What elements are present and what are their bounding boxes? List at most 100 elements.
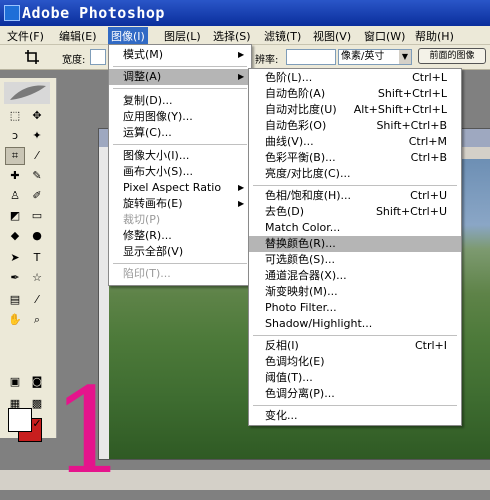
menu-image[interactable]: 图像(I) [108, 27, 148, 45]
menu-item-shortcut: Shift+Ctrl+U [375, 205, 447, 218]
menu-view[interactable]: 视图(V) [311, 28, 353, 44]
notes-tool-icon[interactable]: ▤ [6, 292, 24, 308]
image-menu-apply-image[interactable]: 应用图像(Y)... [109, 109, 251, 125]
foreground-color-swatch[interactable] [8, 408, 32, 432]
menu-item-label: 自动对比度(U) [265, 103, 337, 116]
adjust-posterize[interactable]: 色调分离(P)... [249, 386, 461, 402]
adjust-channel-mixer[interactable]: 通道混合器(X)... [249, 268, 461, 284]
photoshop-feather-logo [4, 82, 50, 104]
zoom-tool-icon[interactable]: ⌕ [28, 312, 46, 328]
menu-file[interactable]: 文件(F) [5, 28, 46, 44]
menu-separator [253, 405, 457, 406]
adjust-selective-color[interactable]: 可选颜色(S)... [249, 252, 461, 268]
menu-edit[interactable]: 编辑(E) [57, 28, 99, 44]
adjust-replace-color[interactable]: 替换颜色(R)... [249, 236, 461, 252]
path-select-icon[interactable]: ➤ [6, 250, 24, 266]
image-menu-canvas-size[interactable]: 画布大小(S)... [109, 164, 251, 180]
adjust-threshold[interactable]: 阈值(T)... [249, 370, 461, 386]
menu-item-label: Photo Filter... [265, 301, 337, 314]
menu-layer[interactable]: 图层(L) [162, 28, 203, 44]
toolbox: ⬚ ✥ ↄ ✦ ⌗ ⁄ ✚ ✎ ♙ ✐ ◩ ▭ ◆ ● ➤ T ✒ ☆ ▤ ⁄ … [0, 78, 57, 442]
menu-item-shortcut: Ctrl+U [410, 189, 447, 202]
history-brush-icon[interactable]: ✐ [28, 188, 46, 204]
menu-separator [253, 335, 457, 336]
crop-tool-button[interactable]: ⌗ [5, 147, 25, 165]
hand-tool-icon[interactable]: ✋ [6, 312, 24, 328]
adjust-invert[interactable]: 反相(I) Ctrl+I [249, 338, 461, 354]
brush-tool-icon[interactable]: ✎ [28, 168, 46, 184]
image-menu-image-size[interactable]: 图像大小(I)... [109, 148, 251, 164]
menu-item-label: 亮度/对比度(C)... [265, 167, 351, 180]
menu-item-label: Match Color... [265, 221, 341, 234]
image-menu-adjust[interactable]: 调整(A) ▶ [109, 69, 251, 85]
adjust-hue-saturation[interactable]: 色相/饱和度(H)... Ctrl+U [249, 188, 461, 204]
image-menu-rotate-canvas[interactable]: 旋转画布(E) ▶ [109, 196, 251, 212]
menu-item-shortcut: Shift+Ctrl+L [377, 87, 447, 100]
image-menu-pixel-aspect-ratio[interactable]: Pixel Aspect Ratio ▶ [109, 180, 251, 196]
adjust-match-color[interactable]: Match Color... [249, 220, 461, 236]
adjust-equalize[interactable]: 色调均化(E) [249, 354, 461, 370]
adjust-shadow-highlight[interactable]: Shadow/Highlight... [249, 316, 461, 332]
adjust-gradient-map[interactable]: 渐变映射(M)... [249, 284, 461, 300]
menu-item-label: 裁切(P) [123, 213, 161, 226]
adjust-variations[interactable]: 变化... [249, 408, 461, 424]
front-image-button[interactable]: 前面的图像 [418, 48, 486, 64]
image-menu-duplicate[interactable]: 复制(D)... [109, 93, 251, 109]
menu-item-label: 渐变映射(M)... [265, 285, 338, 298]
menu-help[interactable]: 帮助(H) [413, 28, 456, 44]
menu-filter[interactable]: 滤镜(T) [262, 28, 303, 44]
menu-item-label: 画布大小(S)... [123, 165, 194, 178]
resolution-input[interactable] [286, 49, 336, 65]
adjust-auto-color[interactable]: 自动色彩(O) Shift+Ctrl+B [249, 118, 461, 134]
menu-separator [113, 263, 247, 264]
menu-window[interactable]: 窗口(W) [362, 28, 407, 44]
image-menu-calculations[interactable]: 运算(C)... [109, 125, 251, 141]
blur-tool-icon[interactable]: ◆ [6, 228, 24, 244]
marquee-tool-icon[interactable]: ⬚ [6, 108, 24, 124]
magic-wand-icon[interactable]: ✦ [28, 128, 46, 144]
dodge-tool-icon[interactable]: ● [28, 228, 46, 244]
submenu-arrow-icon: ▶ [238, 50, 245, 59]
menu-item-label: 图像大小(I)... [123, 149, 190, 162]
adjust-levels[interactable]: 色阶(L)... Ctrl+L [249, 70, 461, 86]
menu-select[interactable]: 选择(S) [211, 28, 253, 44]
pen-tool-icon[interactable]: ✒ [6, 270, 24, 286]
lasso-tool-icon[interactable]: ↄ [6, 128, 24, 144]
healing-brush-icon[interactable]: ✚ [6, 168, 24, 184]
move-tool-icon[interactable]: ✥ [28, 108, 46, 124]
crop-tool-icon[interactable] [24, 49, 40, 65]
standard-mode-icon[interactable]: ▣ [6, 374, 24, 390]
menu-item-label: 色相/饱和度(H)... [265, 189, 352, 202]
menu-item-label: 可选颜色(S)... [265, 253, 336, 266]
menu-item-label: 色彩平衡(B)... [265, 151, 336, 164]
menu-separator [253, 185, 457, 186]
width-input[interactable] [90, 49, 106, 65]
eraser-tool-icon[interactable]: ◩ [6, 208, 24, 224]
image-menu-mode[interactable]: 模式(M) ▶ [109, 47, 251, 63]
step-number-overlay: 1 [52, 362, 128, 500]
adjust-curves[interactable]: 曲线(V)... Ctrl+M [249, 134, 461, 150]
gradient-tool-icon[interactable]: ▭ [28, 208, 46, 224]
adjust-auto-levels[interactable]: 自动色阶(A) Shift+Ctrl+L [249, 86, 461, 102]
eyedropper-icon[interactable]: ⁄ [28, 292, 46, 308]
adjust-auto-contrast[interactable]: 自动对比度(U) Alt+Shift+Ctrl+L [249, 102, 461, 118]
image-menu-trim[interactable]: 修整(R)... [109, 228, 251, 244]
adjust-brightness-contrast[interactable]: 亮度/对比度(C)... [249, 166, 461, 182]
menu-item-label: 去色(D) [265, 205, 305, 218]
image-menu-trap[interactable]: 陷印(T)... [109, 266, 251, 282]
menu-item-shortcut: Alt+Shift+Ctrl+L [353, 103, 447, 116]
adjust-photo-filter[interactable]: Photo Filter... [249, 300, 461, 316]
menu-item-label: 通道混合器(X)... [265, 269, 347, 282]
menu-item-label: 替换颜色(R)... [265, 237, 336, 250]
clone-stamp-icon[interactable]: ♙ [6, 188, 24, 204]
quick-mask-icon[interactable]: ◙ [28, 374, 46, 390]
image-menu-crop[interactable]: 裁切(P) [109, 212, 251, 228]
shape-tool-icon[interactable]: ☆ [28, 270, 46, 286]
menu-item-label: 色调分离(P)... [265, 387, 335, 400]
adjust-color-balance[interactable]: 色彩平衡(B)... Ctrl+B [249, 150, 461, 166]
slice-tool-icon[interactable]: ⁄ [28, 148, 46, 164]
resolution-unit-select[interactable]: 像素/英寸 ▼ [338, 49, 412, 65]
image-menu-reveal-all[interactable]: 显示全部(V) [109, 244, 251, 260]
adjust-desaturate[interactable]: 去色(D) Shift+Ctrl+U [249, 204, 461, 220]
type-tool-icon[interactable]: T [28, 250, 46, 266]
